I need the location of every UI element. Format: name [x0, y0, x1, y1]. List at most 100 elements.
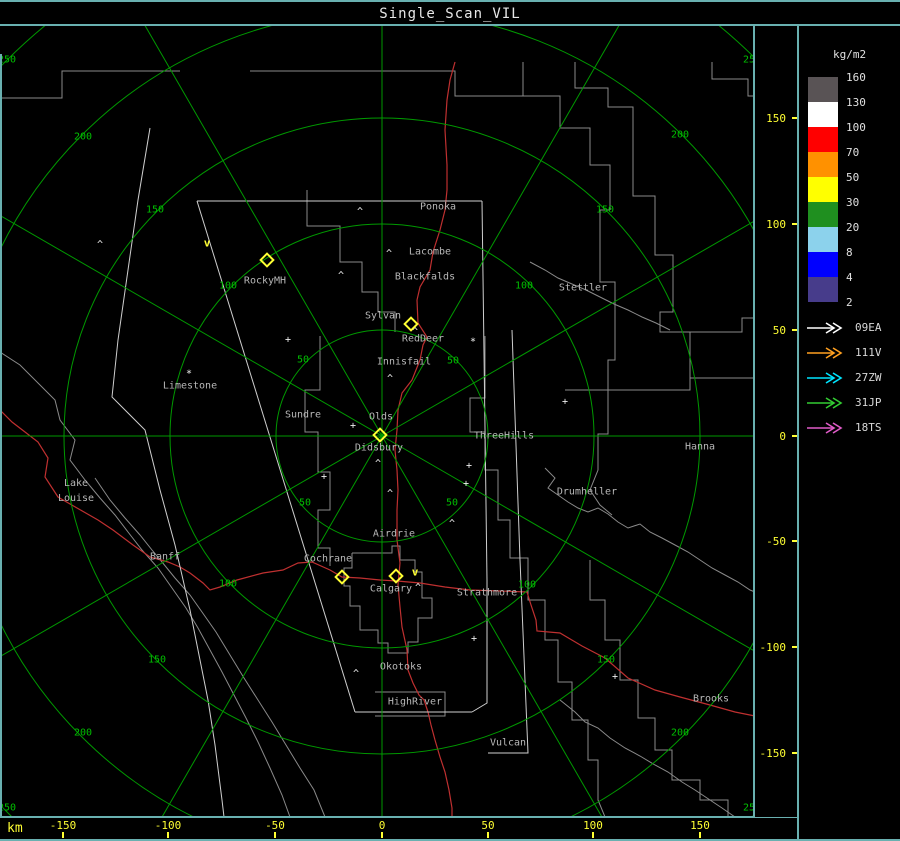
radar-site-id: 18TS: [855, 421, 882, 434]
city-label: Innisfail: [376, 356, 432, 368]
y-axis-tick-label: 100: [766, 218, 786, 231]
legend-threshold-label: 130: [846, 96, 866, 109]
window-title: Single_Scan_VIL: [379, 6, 521, 22]
city-label: Olds: [368, 411, 394, 423]
legend-threshold-label: 100: [846, 121, 866, 134]
legend-threshold-label: 30: [846, 196, 860, 209]
city-label: HighRiver: [387, 696, 443, 708]
city-label: Banff: [149, 551, 181, 563]
y-axis-tick-label: 0: [779, 430, 786, 443]
x-axis-tick: [381, 832, 383, 838]
legend-unit-label: kg/m2: [833, 48, 867, 61]
legend-color-swatch: [808, 102, 838, 127]
radar-site-id: 27ZW: [855, 371, 882, 384]
city-label: RockyMH: [243, 275, 287, 287]
city-label: Stettler: [558, 282, 608, 294]
color-legend-panel: kg/m2 160 130 100 70 50 30 20 8 4 2 09EA 111V 27ZW 3…: [799, 26, 900, 839]
city-label: Drumheller: [556, 486, 618, 498]
legend-threshold-label: 50: [846, 171, 860, 184]
legend-color-swatch: [808, 227, 838, 252]
range-ring-label: 150: [145, 204, 165, 216]
legend-color-swatch: [808, 77, 838, 102]
city-label: Calgary: [369, 583, 413, 595]
bottom-axis: km -150 -100 -50 0 50 100 150: [0, 818, 900, 839]
legend-threshold-label: 70: [846, 146, 860, 159]
legend-threshold-label: 160: [846, 71, 866, 84]
y-axis-tick-label: -50: [766, 535, 786, 548]
azimuth-spoke: [381, 220, 755, 437]
azimuth-spoke: [381, 435, 603, 817]
town-marker: ^: [386, 488, 394, 500]
town-marker: +: [462, 478, 470, 490]
range-ring-label: 150: [595, 204, 615, 216]
city-label: Limestone: [162, 380, 218, 392]
range-ring-label: 50: [446, 355, 460, 367]
city-label: Hanna: [684, 441, 716, 453]
city-label: Sylvan: [364, 310, 402, 322]
town-marker: ^: [337, 270, 345, 282]
town-marker: +: [561, 396, 569, 408]
town-marker: +: [465, 460, 473, 472]
town-marker: +: [611, 671, 619, 683]
range-ring-label: 100: [514, 280, 534, 292]
right-axis: 150 100 50 0 -50 -100 -150: [755, 26, 798, 817]
city-label: Brooks: [692, 693, 730, 705]
city-label: Vulcan: [489, 737, 527, 749]
y-axis-tick-label: 50: [772, 324, 786, 337]
city-label: Ponoka: [419, 201, 457, 213]
range-ring-label: 150: [147, 654, 167, 666]
x-axis-tick: [592, 832, 594, 838]
radar-site-id: 31JP: [855, 396, 882, 409]
bottom-axis-unit-label: km: [7, 821, 23, 836]
radar-site-arrow-icon: [807, 372, 843, 384]
town-marker: +: [284, 334, 292, 346]
legend-color-swatch: [808, 152, 838, 177]
map-border-left: [0, 54, 2, 817]
legend-color-swatch: [808, 177, 838, 202]
legend-color-swatch: [808, 252, 838, 277]
town-marker: *: [469, 336, 477, 348]
town-marker: *: [185, 368, 193, 380]
y-axis-tick-label: -100: [759, 641, 787, 654]
x-axis-tick: [167, 832, 169, 838]
x-axis-tick-label: 0: [378, 819, 386, 832]
x-axis-tick-label: -50: [265, 819, 285, 832]
range-ring-label: 200: [670, 129, 690, 141]
radar-site-arrow-icon: [807, 397, 843, 409]
range-ring-label: 100: [218, 280, 238, 292]
y-axis-tick-label: 150: [766, 112, 786, 125]
town-marker: ^: [96, 239, 104, 251]
city-label: Lake Louise: [57, 478, 95, 504]
x-axis-tick-label: 100: [583, 819, 603, 832]
top-border-line: [0, 0, 900, 2]
legend-color-swatch: [808, 277, 838, 302]
x-axis-tick-label: -100: [154, 819, 182, 832]
radar-site-id: 09EA: [855, 321, 882, 334]
range-ring-label: 100: [517, 579, 537, 591]
x-axis-tick: [274, 832, 276, 838]
city-label: RedDeer: [401, 333, 445, 345]
town-marker: ^: [385, 248, 393, 260]
city-label: Airdrie: [372, 528, 416, 540]
x-axis-tick: [487, 832, 489, 838]
radar-site-id: 111V: [855, 346, 882, 359]
radar-site-arrow-icon: [807, 322, 843, 334]
x-axis-tick-label: 150: [690, 819, 710, 832]
x-axis-tick-label: 50: [481, 819, 495, 832]
radar-map[interactable]: 50 50 50 50 100 100 100 100 150 150 150 150 200 200 20…: [0, 26, 755, 817]
motion-arrow-icon: v: [411, 565, 419, 579]
range-ring-label: 250: [0, 802, 17, 814]
range-ring-label: 50: [298, 497, 312, 509]
azimuth-spoke: [0, 214, 383, 437]
city-label: Lacombe: [408, 246, 452, 258]
legend-color-swatch: [808, 202, 838, 227]
range-ring-label: 100: [218, 578, 238, 590]
range-ring-label: 150: [596, 654, 616, 666]
legend-threshold-label: 4: [846, 271, 853, 284]
radar-site-arrow-icon: [807, 422, 843, 434]
range-ring-label: 200: [73, 727, 93, 739]
y-axis-tick-label: -150: [759, 747, 787, 760]
range-ring-label: 200: [73, 131, 93, 143]
city-label: Okotoks: [379, 661, 423, 673]
town-marker: ^: [374, 458, 382, 470]
